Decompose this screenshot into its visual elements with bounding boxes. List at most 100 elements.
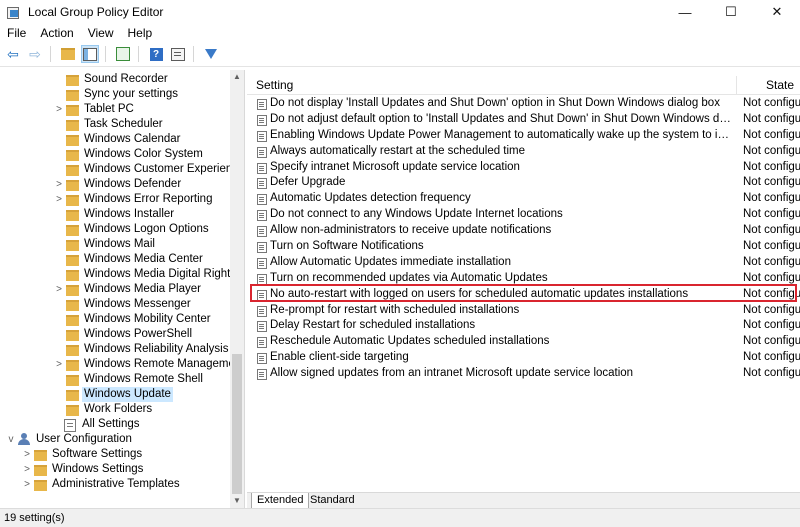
tree-item[interactable]: Windows Color System [0,147,230,162]
tree-item[interactable]: Sound Recorder [0,72,230,87]
setting-state: Not configu [743,319,800,332]
setting-name: Delay Restart for scheduled installation… [270,319,476,332]
tree-item[interactable]: > Administrative Templates [0,477,230,492]
tree-item[interactable]: > Windows Settings [0,462,230,477]
tree-item-label: Windows Media Player [84,283,201,295]
setting-name: Do not adjust default option to 'Install… [270,112,732,125]
tree-item[interactable]: Windows Customer Experience Ir [0,162,230,177]
collapsed-chevron-icon[interactable]: > [22,462,32,477]
setting-name: Specify intranet Microsoft update servic… [270,160,520,173]
column-divider[interactable] [736,76,737,94]
setting-row[interactable]: Specify intranet Microsoft update servic… [247,160,800,176]
tree-item[interactable]: Task Scheduler [0,117,230,132]
folder-icon [66,75,79,86]
tree-item[interactable]: Windows Calendar [0,132,230,147]
forward-button[interactable]: ⇨ [26,45,44,63]
setting-row[interactable]: Allow non-administrators to receive upda… [247,223,800,239]
tree-item[interactable]: > Tablet PC [0,102,230,117]
help-button[interactable]: ? [147,45,165,63]
tree-item[interactable]: Windows Messenger [0,297,230,312]
tree-item[interactable]: > Windows Remote Management [0,357,230,372]
folder-icon [66,195,79,206]
setting-row[interactable]: Re-prompt for restart with scheduled ins… [247,303,800,319]
column-header-state[interactable]: State [766,78,794,92]
setting-row[interactable]: Do not adjust default option to 'Install… [247,112,800,128]
minimize-button[interactable]: — [662,0,708,24]
tree-item[interactable]: Sync your settings [0,87,230,102]
tree-item[interactable]: Windows Installer [0,207,230,222]
tree-item[interactable]: Windows Mobility Center [0,312,230,327]
tree-item[interactable]: Windows Reliability Analysis [0,342,230,357]
policy-setting-icon [257,305,267,317]
column-header-setting[interactable]: Setting [256,78,293,92]
tree-item[interactable]: > Software Settings [0,447,230,462]
setting-row[interactable]: Do not connect to any Windows Update Int… [247,207,800,223]
setting-row[interactable]: Allow signed updates from an intranet Mi… [247,366,800,382]
setting-row[interactable]: Defer Upgrade Not configu [247,175,800,191]
folder-icon [66,165,79,176]
tree-scrollbar[interactable]: ▲ ▼ [230,70,244,508]
collapsed-chevron-icon[interactable]: > [54,282,64,297]
scroll-down-icon[interactable]: ▼ [230,494,244,508]
tree-item[interactable]: > Windows Error Reporting [0,192,230,207]
setting-row[interactable]: Reschedule Automatic Updates scheduled i… [247,334,800,350]
up-folder-button[interactable] [59,45,77,63]
status-text: 19 setting(s) [4,512,65,524]
folder-icon [66,225,79,236]
setting-row[interactable]: Enabling Windows Update Power Management… [247,128,800,144]
collapsed-chevron-icon[interactable]: > [54,192,64,207]
back-button[interactable]: ⇦ [4,45,22,63]
scroll-thumb[interactable] [232,354,242,494]
tree-item-label: Windows Remote Shell [84,373,203,385]
policy-setting-icon [257,130,267,142]
filter-icon [205,49,217,59]
collapsed-chevron-icon[interactable]: > [22,447,32,462]
setting-row[interactable]: Delay Restart for scheduled installation… [247,318,800,334]
tree-item[interactable]: Windows Remote Shell [0,372,230,387]
tree-item[interactable]: Windows Logon Options [0,222,230,237]
tree-item[interactable]: Windows Update [0,387,230,402]
settings-list: Do not display 'Install Updates and Shut… [247,96,800,382]
setting-row[interactable]: Enable client-side targeting Not configu [247,350,800,366]
setting-row[interactable]: Always automatically restart at the sche… [247,144,800,160]
tab-standard[interactable]: Standard [305,493,360,508]
folder-icon [66,270,79,281]
tree-item[interactable]: Windows PowerShell [0,327,230,342]
setting-row[interactable]: Do not display 'Install Updates and Shut… [247,96,800,112]
menu-help[interactable]: Help [121,24,160,42]
collapsed-chevron-icon[interactable]: > [54,357,64,372]
tree-item[interactable]: All Settings [0,417,230,432]
close-button[interactable]: ✕ [754,0,800,24]
tree-item-label: Windows Mail [84,238,155,250]
filter-button[interactable] [202,45,220,63]
setting-row[interactable]: Allow Automatic Updates immediate instal… [247,255,800,271]
show-hide-tree-button[interactable] [81,45,99,63]
menu-view[interactable]: View [81,24,121,42]
tree-item[interactable]: Windows Media Center [0,252,230,267]
tree-item-label: Windows Color System [84,148,203,160]
setting-row[interactable]: Automatic Updates detection frequency Not… [247,191,800,207]
highlight-box [250,284,797,302]
collapsed-chevron-icon[interactable]: > [54,177,64,192]
expanded-chevron-icon[interactable]: v [6,432,16,447]
tree-item[interactable]: v User Configuration [0,432,230,447]
export-list-button[interactable] [114,45,132,63]
tree-item-label: All Settings [82,418,140,430]
tab-extended[interactable]: Extended [251,493,310,509]
maximize-button[interactable]: ☐ [708,0,754,24]
properties-button[interactable] [169,45,187,63]
setting-row[interactable]: Turn on Software Notifications Not config… [247,239,800,255]
menu-bar: File Action View Help [0,24,800,42]
collapsed-chevron-icon[interactable]: > [54,102,64,117]
tree-item[interactable]: Windows Mail [0,237,230,252]
menu-file[interactable]: File [0,24,33,42]
tree-item[interactable]: > Windows Media Player [0,282,230,297]
console-tree[interactable]: Sound Recorder Sync your settings > Tablet … [0,70,245,508]
tree-item[interactable]: > Windows Defender [0,177,230,192]
tree-item[interactable]: Windows Media Digital Rights M [0,267,230,282]
tree-item[interactable]: Work Folders [0,402,230,417]
menu-action[interactable]: Action [33,24,80,42]
scroll-up-icon[interactable]: ▲ [230,70,244,84]
tree-item-label: Sound Recorder [84,73,168,85]
collapsed-chevron-icon[interactable]: > [22,477,32,492]
